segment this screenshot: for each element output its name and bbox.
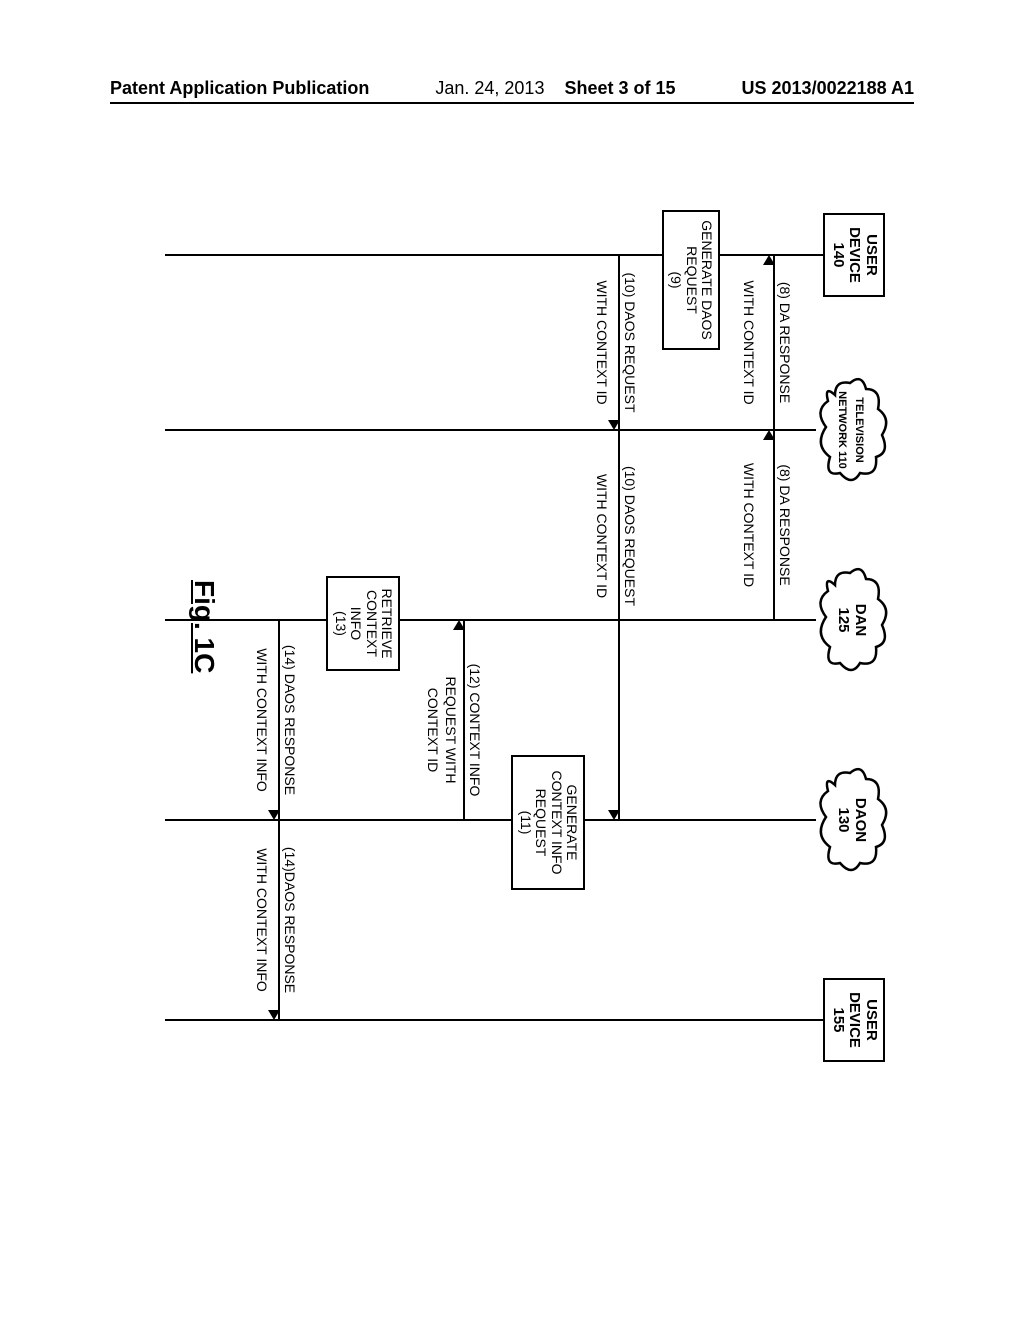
plain-text: GENERATE bbox=[564, 785, 580, 861]
sequence-diagram: USER DEVICE 140 TELEVISION NETWORK 110 D… bbox=[130, 190, 890, 1120]
node-user-device-140: USER DEVICE 140 bbox=[824, 213, 886, 297]
arrow-12-daon-to-dan: (12) CONTEXT INFO REQUEST WITH CONTEXT I… bbox=[463, 621, 465, 819]
process-11-generate-context-info-request: GENERATE CONTEXT INFO REQUEST (11) bbox=[511, 755, 585, 890]
plain-text: 130 bbox=[836, 807, 853, 832]
msg-label: WITH CONTEXT ID bbox=[594, 256, 610, 429]
plain-text: (11) bbox=[518, 811, 534, 835]
msg-label: WITH CONTEXT INFO bbox=[254, 821, 270, 1019]
msg-label: (8) DA RESPONSE bbox=[777, 256, 793, 429]
plain-text: RETRIEVE bbox=[379, 588, 395, 658]
msg-label: (8) DA RESPONSE bbox=[777, 431, 793, 619]
node-dan-125: DAN 125 bbox=[816, 565, 890, 675]
plain-text: (9) bbox=[668, 271, 684, 288]
arrow-8-tv-to-ud140: (8) DA RESPONSE WITH CONTEXT ID bbox=[773, 256, 775, 429]
msg-label: (12) CONTEXT INFO bbox=[467, 641, 483, 819]
msg-label: WITH CONTEXT ID bbox=[594, 431, 610, 641]
plain-text: 140 bbox=[830, 242, 847, 267]
header-docnum: US 2013/0022188 A1 bbox=[742, 78, 914, 99]
arrow-10-ud140-to-tv: (10) DAOS REQUEST WITH CONTEXT ID bbox=[618, 256, 620, 429]
msg-label: (10) DAOS REQUEST bbox=[622, 431, 638, 641]
process-13-retrieve-context-info: RETRIEVE CONTEXT INFO (13) bbox=[326, 576, 400, 671]
plain-text: CONTEXT bbox=[364, 590, 380, 657]
page-header: Patent Application Publication Jan. 24, … bbox=[0, 78, 1024, 99]
plain-text: USER bbox=[863, 234, 880, 276]
msg-label: WITH CONTEXT ID bbox=[741, 431, 757, 619]
header-left: Patent Application Publication bbox=[110, 78, 369, 99]
msg-label: REQUEST WITH bbox=[443, 641, 459, 819]
lifeline-tv110 bbox=[165, 429, 816, 431]
plain-text: (13) bbox=[333, 611, 349, 636]
plain-text: REQUEST bbox=[533, 789, 549, 857]
plain-text: DEVICE bbox=[847, 227, 864, 283]
msg-label: (14)DAOS RESPONSE bbox=[282, 821, 298, 1019]
plain-text: GENERATE DAOS bbox=[699, 220, 715, 340]
header-sheet: Sheet 3 of 15 bbox=[564, 78, 675, 98]
header-date: Jan. 24, 2013 bbox=[435, 78, 544, 98]
plain-text: 155 bbox=[830, 1007, 847, 1032]
node-daon-130: DAON 130 bbox=[816, 765, 890, 875]
arrow-14-dan-to-daon: (14) DAOS RESPONSE WITH CONTEXT INFO bbox=[278, 621, 280, 819]
msg-label: CONTEXT ID bbox=[425, 641, 441, 819]
process-9-generate-daos-request: GENERATE DAOS REQUEST (9) bbox=[662, 210, 720, 350]
arrow-8-dan-to-tv: (8) DA RESPONSE WITH CONTEXT ID bbox=[773, 431, 775, 619]
lifeline-ud155 bbox=[165, 1019, 825, 1021]
msg-label: (14) DAOS RESPONSE bbox=[282, 621, 298, 819]
arrow-10-tv-to-daon: (10) DAOS REQUEST WITH CONTEXT ID bbox=[618, 431, 620, 819]
msg-label: (10) DAOS REQUEST bbox=[622, 256, 638, 429]
figure-caption: Fig. 1C bbox=[188, 580, 220, 673]
plain-text: DAN bbox=[852, 604, 869, 637]
figure-wrapper: USER DEVICE 140 TELEVISION NETWORK 110 D… bbox=[130, 190, 890, 1120]
plain-text: CONTEXT INFO bbox=[549, 771, 565, 875]
header-rule bbox=[110, 102, 914, 104]
node-user-device-155: USER DEVICE 155 bbox=[824, 978, 886, 1062]
plain-text: INFO bbox=[348, 607, 364, 640]
node-television-network-110: TELEVISION NETWORK 110 bbox=[816, 375, 890, 485]
plain-text: REQUEST bbox=[684, 246, 700, 314]
arrow-14-daon-to-ud155: (14)DAOS RESPONSE WITH CONTEXT INFO bbox=[278, 821, 280, 1019]
plain-text: DAON bbox=[852, 798, 869, 842]
msg-label: WITH CONTEXT INFO bbox=[254, 621, 270, 819]
plain-text: USER bbox=[863, 999, 880, 1041]
msg-label: WITH CONTEXT ID bbox=[741, 256, 757, 429]
plain-text: NETWORK 110 bbox=[837, 391, 849, 469]
plain-text: 125 bbox=[836, 607, 853, 632]
plain-text: DEVICE bbox=[847, 992, 864, 1048]
plain-text: TELEVISION bbox=[853, 397, 865, 462]
lifeline-ud140 bbox=[165, 254, 825, 256]
